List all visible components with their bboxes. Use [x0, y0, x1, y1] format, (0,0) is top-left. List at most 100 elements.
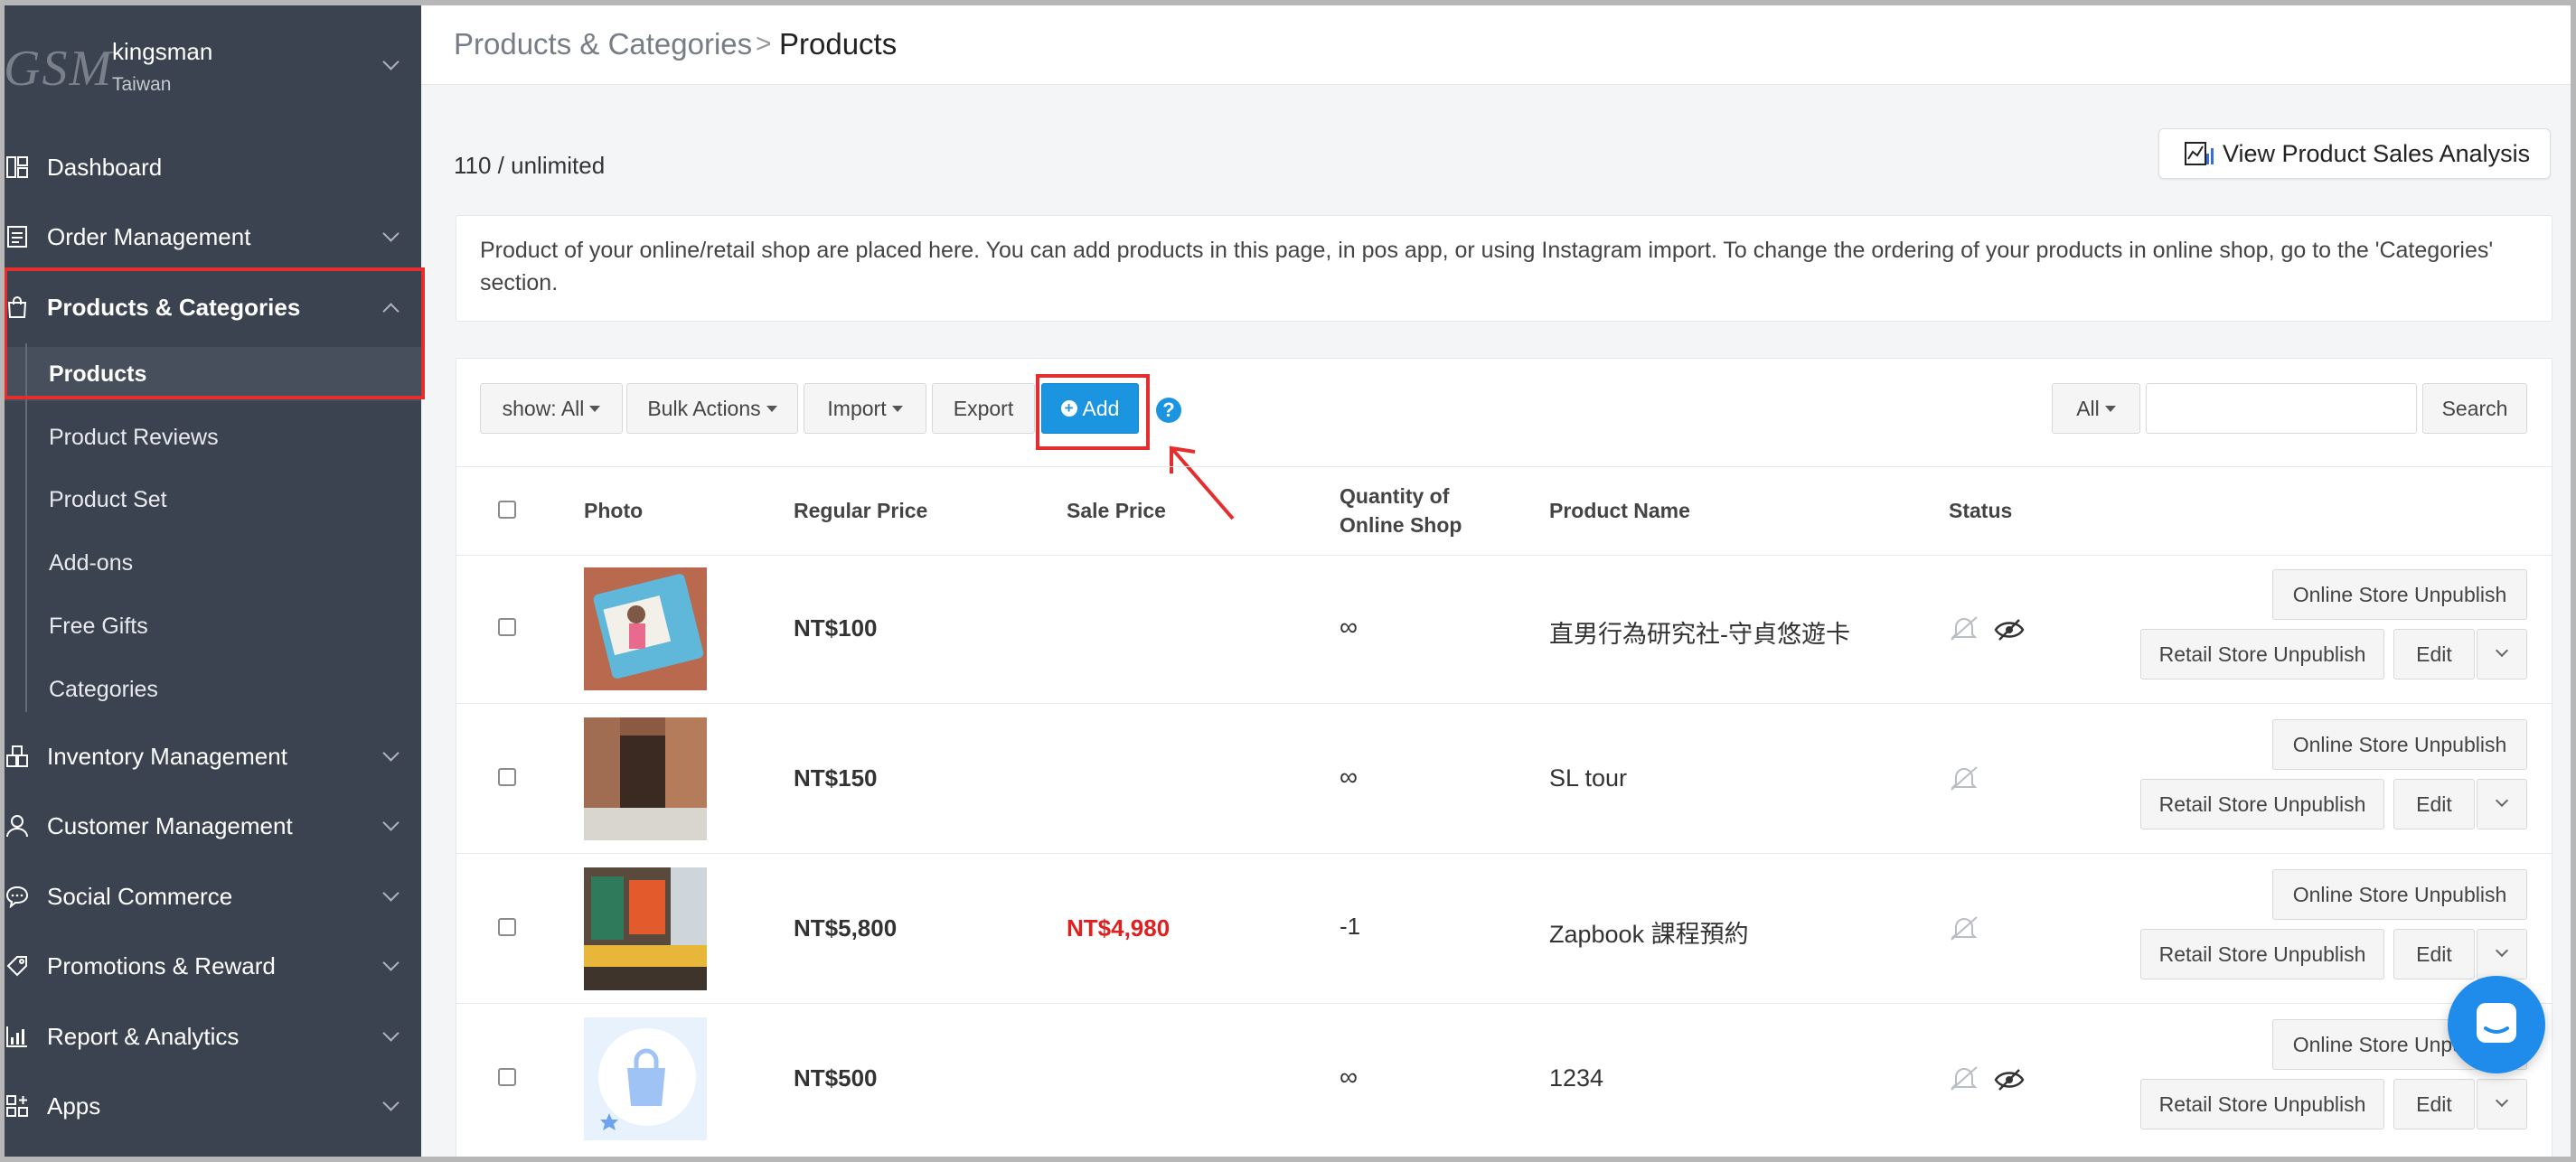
bulk-actions-dropdown[interactable]: Bulk Actions [626, 383, 798, 434]
edit-options-dropdown[interactable] [2477, 779, 2527, 829]
sidebar-subitem-product-reviews[interactable]: Product Reviews [49, 425, 219, 451]
window-frame [0, 1157, 2576, 1162]
online-store-unpublish-button[interactable]: Online Store Unpublish [2272, 869, 2527, 920]
retail-store-unpublish-button[interactable]: Retail Store Unpublish [2140, 629, 2384, 679]
analytics-icon [6, 1026, 27, 1047]
column-header-regular-price: Regular Price [794, 499, 928, 522]
notification-off-icon [1951, 766, 1978, 791]
edit-button[interactable]: Edit [2393, 1079, 2475, 1129]
sidebar-item-apps[interactable]: Apps [0, 1079, 421, 1133]
product-name[interactable]: Zapbook 課程預約 [1549, 914, 1749, 950]
annotation-arrow-icon [1170, 445, 1235, 520]
import-dropdown[interactable]: Import [804, 383, 926, 434]
view-sales-analysis-button[interactable]: View Product Sales Analysis [2158, 128, 2551, 179]
caret-down-icon [891, 405, 903, 412]
chat-bubble-icon [2477, 1003, 2516, 1043]
product-name[interactable]: SL tour [1549, 764, 1627, 792]
window-frame [0, 0, 5, 1162]
retail-store-unpublish-button[interactable]: Retail Store Unpublish [2140, 929, 2384, 979]
product-photo[interactable] [584, 567, 707, 690]
info-panel: Product of your online/retail shop are p… [456, 215, 2552, 322]
dashboard-icon [6, 156, 28, 178]
sidebar-item-label: Report & Analytics [47, 1022, 240, 1050]
show-filter-dropdown[interactable]: show: All [480, 383, 623, 434]
products-panel [456, 358, 2552, 1162]
export-button[interactable]: Export [932, 383, 1035, 434]
search-scope-dropdown[interactable]: All [2052, 383, 2140, 434]
product-photo[interactable] [584, 867, 707, 990]
chevron-down-icon [382, 1094, 400, 1111]
column-header-qty-line1: Quantity of [1340, 484, 1450, 508]
sidebar-item-label: Social Commerce [47, 882, 233, 910]
export-label: Export [953, 396, 1014, 420]
sidebar: GSM kingsman Taiwan Dashboard Order Mana… [0, 0, 421, 1162]
edit-options-dropdown[interactable] [2477, 1079, 2527, 1129]
chevron-down-icon [382, 885, 400, 902]
import-label: Import [827, 396, 887, 420]
placeholder-shopping-bag-icon[interactable] [584, 1017, 707, 1140]
sidebar-item-inventory-management[interactable]: Inventory Management [0, 729, 421, 783]
sidebar-subitem-free-gifts[interactable]: Free Gifts [49, 614, 148, 640]
chevron-down-icon [2495, 943, 2509, 958]
edit-button[interactable]: Edit [2393, 779, 2475, 829]
sidebar-subitem-product-set[interactable]: Product Set [49, 487, 167, 513]
online-quantity: -1 [1340, 913, 1361, 940]
chevron-down-icon [2495, 793, 2509, 808]
regular-price: NT$5,800 [794, 914, 898, 942]
row-checkbox[interactable] [498, 918, 516, 936]
help-icon[interactable]: ? [1156, 398, 1181, 423]
sidebar-item-promotions-reward[interactable]: Promotions & Reward [0, 939, 421, 993]
sidebar-item-label: Apps [47, 1092, 101, 1120]
view-sales-analysis-label: View Product Sales Analysis [2223, 139, 2531, 167]
tag-icon [6, 956, 27, 977]
table-divider [456, 466, 2552, 467]
select-all-checkbox[interactable] [498, 501, 516, 519]
sidebar-item-report-analytics[interactable]: Report & Analytics [0, 1009, 421, 1064]
retail-store-unpublish-button[interactable]: Retail Store Unpublish [2140, 779, 2384, 829]
search-button[interactable]: Search [2422, 383, 2527, 434]
search-scope-label: All [2076, 396, 2100, 420]
chevron-down-icon [2495, 643, 2509, 658]
product-name[interactable]: 直男行為研究社-守貞悠遊卡 [1549, 614, 1850, 650]
sidebar-item-social-commerce[interactable]: Social Commerce [0, 869, 421, 923]
breadcrumb-current: Products [779, 27, 898, 61]
sidebar-item-dashboard[interactable]: Dashboard [0, 140, 421, 194]
edit-button[interactable]: Edit [2393, 629, 2475, 679]
row-checkbox[interactable] [498, 618, 516, 636]
product-photo[interactable] [584, 717, 707, 840]
product-name[interactable]: 1234 [1549, 1064, 1603, 1092]
retail-store-unpublish-button[interactable]: Retail Store Unpublish [2140, 1079, 2384, 1129]
edit-button[interactable]: Edit [2393, 929, 2475, 979]
table-divider [456, 853, 2552, 854]
shop-name[interactable]: kingsman [112, 38, 212, 66]
shop-logo: GSM [4, 41, 114, 97]
live-chat-button[interactable] [2448, 976, 2545, 1073]
online-quantity: ∞ [1340, 613, 1358, 641]
sidebar-subitem-add-ons[interactable]: Add-ons [49, 550, 133, 576]
bulk-actions-label: Bulk Actions [647, 396, 761, 420]
column-header-sale-price: Sale Price [1067, 499, 1166, 522]
sidebar-item-customer-management[interactable]: Customer Management [0, 799, 421, 853]
products-menu-highlight [4, 267, 425, 399]
window-frame [2571, 0, 2576, 1162]
sidebar-subitem-categories[interactable]: Categories [49, 677, 158, 703]
sidebar-item-order-management[interactable]: Order Management [0, 210, 421, 264]
shop-switch-chevron-down-icon[interactable] [382, 53, 400, 70]
edit-options-dropdown[interactable] [2477, 629, 2527, 679]
order-icon [7, 226, 27, 248]
add-button-highlight [1036, 374, 1150, 450]
search-input[interactable] [2146, 383, 2417, 434]
product-quota: 110 / unlimited [454, 152, 606, 179]
edit-options-dropdown[interactable] [2477, 929, 2527, 979]
table-divider [456, 703, 2552, 704]
row-checkbox[interactable] [498, 1068, 516, 1086]
chevron-down-icon [2495, 1093, 2509, 1108]
sale-price: NT$4,980 [1067, 914, 1170, 942]
user-icon [6, 815, 28, 838]
online-quantity: ∞ [1340, 763, 1358, 791]
online-store-unpublish-button[interactable]: Online Store Unpublish [2272, 719, 2527, 770]
online-store-unpublish-button[interactable]: Online Store Unpublish [2272, 569, 2527, 620]
row-checkbox[interactable] [498, 768, 516, 786]
breadcrumb-parent[interactable]: Products & Categories [454, 27, 752, 61]
caret-down-icon [2104, 405, 2116, 412]
